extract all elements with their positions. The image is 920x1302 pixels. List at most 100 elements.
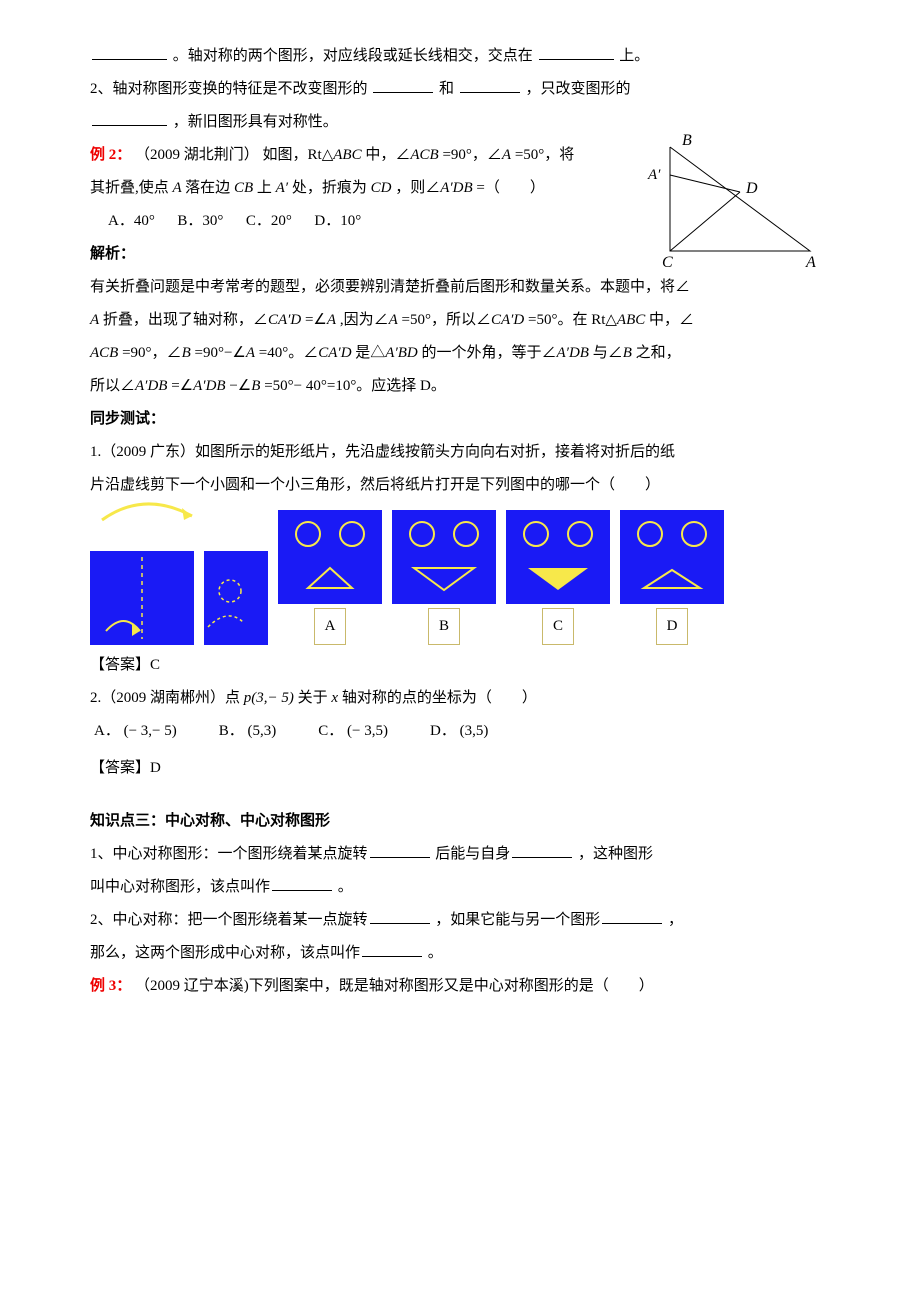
text: B	[182, 345, 191, 361]
text: 落在边	[185, 180, 234, 196]
fold-arrow-icon	[84, 496, 214, 526]
kp3-line2b: 那么，这两个图形成中心对称，该点叫作 。	[90, 937, 830, 970]
text: 与∠	[593, 345, 623, 361]
text: ACB	[90, 345, 118, 361]
tile-option-A: A	[278, 510, 382, 645]
text: 那么，这两个图形成中心对称，该点叫作	[90, 945, 360, 961]
text: CB	[234, 180, 257, 196]
text: A′DB	[557, 345, 589, 361]
text: 关于	[298, 690, 332, 706]
text: 。轴对称的两个图形，对应线段或延长线相交，交点在	[173, 48, 533, 64]
tile-label-A: A	[314, 608, 347, 645]
text: 是△	[355, 345, 385, 361]
choice-D: D．10°	[314, 213, 361, 229]
text: 其折叠,使点	[90, 180, 173, 196]
text: ABC	[617, 312, 645, 328]
text: −∠	[229, 378, 251, 394]
text: =50°，所以∠	[402, 312, 491, 328]
text: =90°，∠	[122, 345, 181, 361]
text: ，这种图形	[578, 846, 653, 862]
text: 之和，	[636, 345, 681, 361]
choice-B: B． (5,3)	[219, 715, 277, 748]
tile-label-D: D	[656, 608, 689, 645]
text: A	[246, 345, 255, 361]
tile-fold-svg	[90, 551, 194, 645]
text: 折叠，出现了轴对称，∠	[103, 312, 268, 328]
tile-label-B: B	[428, 608, 460, 645]
text: CD	[371, 180, 392, 196]
choice-B: B．30°	[177, 213, 223, 229]
text: 上。	[619, 48, 649, 64]
text: B．	[219, 723, 244, 739]
kp3-line1b: 叫中心对称图形，该点叫作 。	[90, 871, 830, 904]
math: x	[331, 690, 338, 706]
triangle-figure: B A′ D C A	[640, 131, 830, 271]
tile-C-svg	[506, 510, 610, 604]
text: 2.（2009 湖南郴州）点	[90, 690, 244, 706]
sync-label: 同步测试：	[90, 403, 830, 436]
blank	[272, 875, 332, 891]
answer-2: 【答案】D	[90, 752, 830, 785]
vertex-D: D	[745, 180, 758, 197]
text: A′	[276, 180, 288, 196]
text: 所以∠	[90, 378, 135, 394]
choice-C: C． (− 3,5)	[318, 715, 388, 748]
math: p(3,− 5)	[244, 690, 294, 706]
text: 轴对称的点的坐标为（ ）	[342, 690, 537, 706]
tile-fold	[90, 551, 194, 645]
text: A	[502, 147, 511, 163]
tile-option-C: C	[506, 510, 610, 645]
kp3-title: 知识点三：中心对称、中心对称图形	[90, 805, 830, 838]
text: 和	[439, 81, 454, 97]
tile-cut-svg	[204, 551, 268, 645]
vertex-A: A	[805, 254, 816, 271]
sync-q2: 2.（2009 湖南郴州）点 p(3,− 5) 关于 x 轴对称的点的坐标为（ …	[90, 682, 830, 715]
text: =50°− 40°=10°。应选择 D。	[264, 378, 446, 394]
text: 同步测试：	[90, 411, 165, 427]
text: A．	[94, 723, 120, 739]
text: A	[173, 180, 186, 196]
text: =50°。在 Rt△	[528, 312, 617, 328]
text: A′DB	[193, 378, 225, 394]
text: =90°−∠	[194, 345, 245, 361]
text: 中，∠	[649, 312, 694, 328]
sync-q1-line1: 1.（2009 广东）如图所示的矩形纸片，先沿虚线按箭头方向向右对折，接着将对折…	[90, 436, 830, 469]
text: A	[327, 312, 336, 328]
choice-C: C．20°	[246, 213, 292, 229]
text: A′DB	[440, 180, 472, 196]
text: ,因为∠	[340, 312, 389, 328]
text: 2、中心对称：把一个图形绕着某一点旋转	[90, 912, 368, 928]
sync-q2-choices: A． (− 3,− 5) B． (5,3) C． (− 3,5) D． (3,5…	[90, 715, 830, 748]
example-2-label: 例 2：	[90, 147, 131, 163]
text: ，	[668, 912, 683, 928]
kp3-line2: 2、中心对称：把一个图形绕着某一点旋转 ，如果它能与另一个图形 ，	[90, 904, 830, 937]
text: CA′D	[318, 345, 351, 361]
text: =50°，将	[515, 147, 574, 163]
math: (− 3,− 5)	[124, 723, 177, 739]
text: 1、中心对称图形：一个图形绕着某点旋转	[90, 846, 368, 862]
blank	[602, 908, 662, 924]
text: 后能与自身	[435, 846, 510, 862]
text: 2、轴对称图形变换的特征是不改变图形的	[90, 81, 368, 97]
text: ACB	[410, 147, 438, 163]
blank	[92, 110, 167, 126]
text: ，则∠	[395, 180, 440, 196]
text: ，新旧图形具有对称性。	[173, 114, 338, 130]
intro-line2: 2、轴对称图形变换的特征是不改变图形的 和 ，只改变图形的	[90, 73, 830, 106]
analysis-p1: 有关折叠问题是中考常考的题型，必须要辨别清楚折叠前后图形和数量关系。本题中，将∠	[90, 271, 830, 304]
text: （2009 辽宁本溪)下列图案中，既是轴对称图形又是中心对称图形的是（ ）	[135, 978, 654, 994]
vertex-B: B	[682, 132, 692, 149]
math: (5,3)	[248, 723, 277, 739]
text: 上	[257, 180, 276, 196]
fold-figure-wrap: A B C	[90, 510, 830, 645]
text: C．	[318, 723, 343, 739]
text: A′DB	[135, 378, 167, 394]
text: 有关折叠问题是中考常考的题型，必须要辨别清楚折叠前后图形和数量关系。本题中，将∠	[90, 279, 690, 295]
choice-A: A．40°	[108, 213, 155, 229]
text: 知识点三：中心对称、中心对称图形	[90, 813, 330, 829]
tile-A-svg	[278, 510, 382, 604]
blank	[539, 44, 614, 60]
blank	[373, 77, 433, 93]
vertex-C: C	[662, 254, 673, 271]
text: ABC	[333, 147, 361, 163]
